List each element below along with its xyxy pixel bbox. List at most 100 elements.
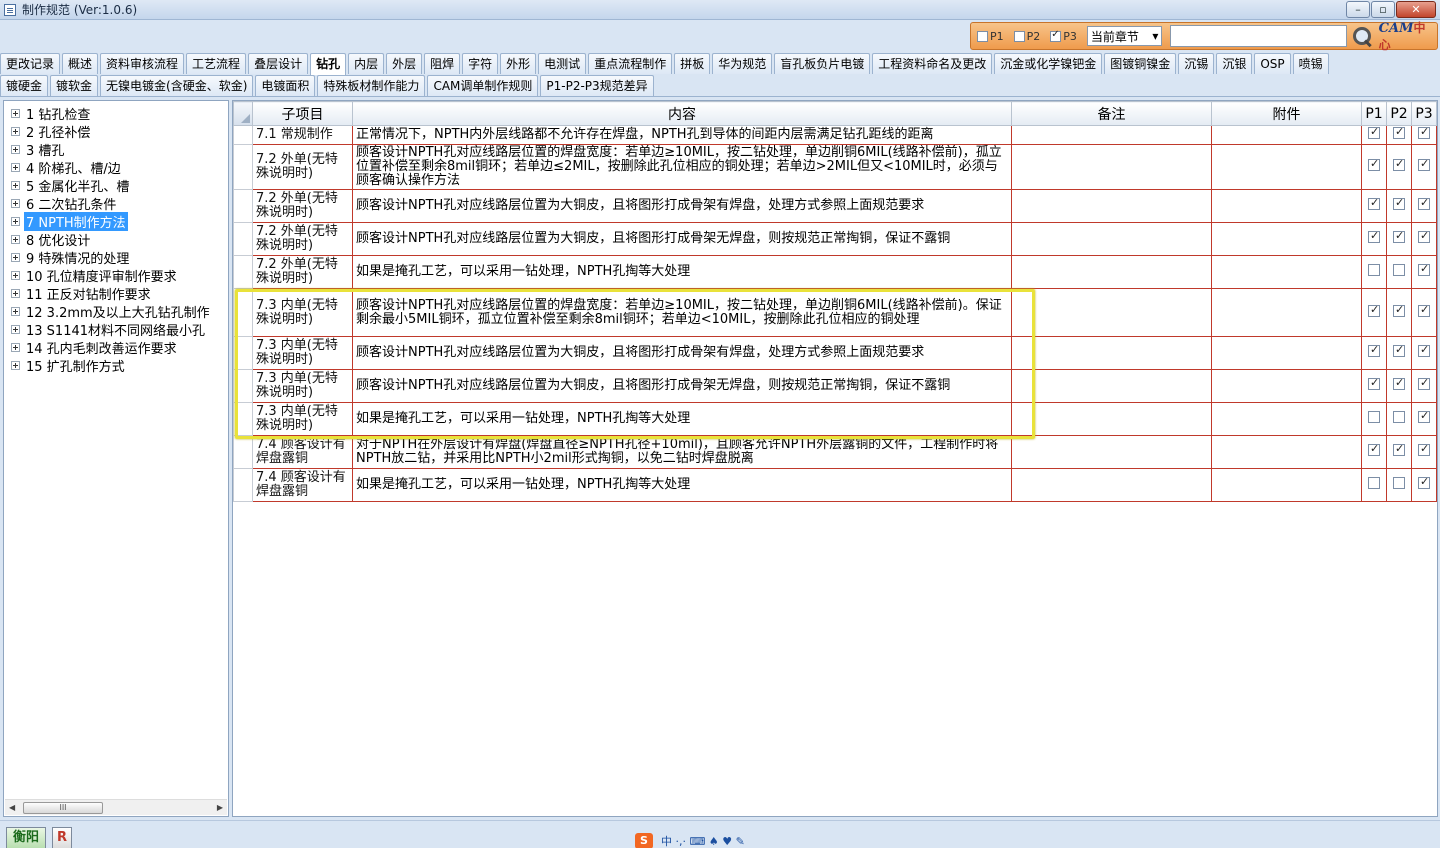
p2-checkbox[interactable] — [1393, 376, 1405, 390]
tree-item[interactable]: 2 孔径补偿 — [4, 122, 92, 141]
scroll-left-icon[interactable]: ◀ — [9, 803, 15, 812]
tab-r1-16[interactable]: 工程资料命名及更改 — [872, 53, 993, 74]
p3-checkbox[interactable] — [1418, 343, 1430, 357]
p3-checkbox[interactable] — [1418, 475, 1430, 489]
cell-note[interactable] — [1011, 288, 1212, 337]
row-header[interactable] — [233, 288, 253, 337]
header-sub[interactable]: 子项目 — [252, 101, 353, 126]
p2-checkbox[interactable] — [1393, 442, 1405, 456]
expand-plus-icon[interactable] — [11, 288, 20, 298]
r-button[interactable]: R — [52, 827, 72, 848]
tree-item[interactable]: 13 S1141材料不同网络最小孔 — [4, 320, 207, 339]
expand-plus-icon[interactable] — [11, 108, 20, 118]
tab-r1-15[interactable]: 盲孔板负片电镀 — [774, 53, 871, 74]
cell-attachment[interactable] — [1211, 125, 1362, 145]
table-row[interactable]: 7.2 外单(无特殊说明时) 顾客设计NPTH孔对应线路层位置的焊盘宽度：若单边≥… — [233, 144, 1437, 190]
cell-note[interactable] — [1011, 255, 1212, 289]
header-note[interactable]: 备注 — [1011, 101, 1212, 126]
p1-checkbox[interactable] — [1368, 127, 1380, 139]
header-attach[interactable]: 附件 — [1211, 101, 1362, 126]
p2-filter[interactable]: P2 — [1013, 30, 1040, 43]
tab-r2-0[interactable]: 镀硬金 — [0, 75, 49, 96]
p2-checkbox[interactable] — [1393, 157, 1405, 171]
tab-r1-1[interactable]: 概述 — [62, 53, 99, 74]
tab-r1-2[interactable]: 资料审核流程 — [100, 53, 185, 74]
p1-checkbox[interactable] — [1368, 376, 1380, 390]
tree-item[interactable]: 4 阶梯孔、槽/边 — [4, 158, 123, 177]
tab-r2-3[interactable]: 电镀面积 — [255, 75, 316, 96]
tab-r1-14[interactable]: 华为规范 — [712, 53, 773, 74]
expand-plus-icon[interactable] — [11, 360, 20, 370]
cell-note[interactable] — [1011, 468, 1212, 502]
cell-attachment[interactable] — [1211, 288, 1362, 337]
p3-checkbox[interactable] — [1418, 229, 1430, 243]
tree-item[interactable]: 3 槽孔 — [4, 140, 66, 159]
row-header[interactable] — [233, 435, 253, 469]
p3-filter[interactable]: P3 — [1050, 29, 1077, 43]
expand-plus-icon[interactable] — [11, 216, 20, 226]
tab-r1-5[interactable]: 钻孔 — [310, 53, 347, 75]
p1-checkbox[interactable] — [1368, 157, 1380, 171]
minimize-button[interactable]: – — [1346, 1, 1370, 18]
tab-r1-10[interactable]: 外形 — [500, 53, 537, 74]
table-row[interactable]: 7.3 内单(无特殊说明时) 顾客设计NPTH孔对应线路层位置为大铜皮，且将图形打… — [233, 336, 1437, 370]
p2-checkbox[interactable] — [1393, 411, 1405, 423]
hengyang-button[interactable]: 衡阳 — [6, 827, 46, 848]
tab-r1-11[interactable]: 电测试 — [538, 53, 587, 74]
tree-item[interactable]: 5 金属化半孔、槽 — [4, 176, 131, 195]
p3-checkbox[interactable] — [1050, 29, 1062, 42]
section-tree[interactable]: ◀ III ▶ 1 钻孔检查 2 孔径补偿 3 槽孔 4 阶梯孔、槽/边 5 金属化半孔… — [3, 100, 229, 817]
row-header[interactable] — [233, 125, 253, 145]
p1-checkbox[interactable] — [1368, 477, 1380, 489]
row-header[interactable] — [233, 222, 253, 256]
table-row[interactable]: 7.4 顾客设计有焊盘露铜 对于NPTH在外层设计有焊盘(焊盘直径≥NPTH孔径+… — [233, 435, 1437, 469]
p1-checkbox[interactable] — [1368, 196, 1380, 210]
search-icon[interactable] — [1351, 25, 1373, 47]
p3-checkbox[interactable] — [1418, 303, 1430, 317]
cell-note[interactable] — [1011, 402, 1212, 436]
tree-item[interactable]: 15 扩孔制作方式 — [4, 356, 127, 375]
cell-note[interactable] — [1011, 435, 1212, 469]
tree-item[interactable]: 11 正反对钻制作要求 — [4, 284, 153, 303]
close-button[interactable]: ✕ — [1396, 1, 1436, 18]
expand-plus-icon[interactable] — [11, 252, 20, 262]
table-row[interactable]: 7.4 顾客设计有焊盘露铜 如果是掩孔工艺，可以采用一钻处理，NPTH孔掏等大处理 — [233, 468, 1437, 502]
p2-checkbox[interactable] — [1393, 229, 1405, 243]
row-header[interactable] — [233, 402, 253, 436]
tab-r1-20[interactable]: 沉银 — [1216, 53, 1253, 74]
cell-attachment[interactable] — [1211, 435, 1362, 469]
p1-filter[interactable]: P1 — [977, 30, 1004, 43]
cell-attachment[interactable] — [1211, 336, 1362, 370]
tab-r1-21[interactable]: OSP — [1254, 53, 1291, 74]
row-header[interactable] — [233, 468, 253, 502]
p1-checkbox[interactable] — [977, 30, 988, 42]
tree-item[interactable]: 10 孔位精度评审制作要求 — [4, 266, 179, 285]
header-p2[interactable]: P2 — [1386, 101, 1412, 126]
maximize-button[interactable]: ▫ — [1371, 1, 1395, 18]
tab-r1-0[interactable]: 更改记录 — [0, 53, 61, 74]
cell-note[interactable] — [1011, 144, 1212, 190]
tree-item[interactable]: 8 优化设计 — [4, 230, 92, 249]
tab-r1-12[interactable]: 重点流程制作 — [588, 53, 673, 74]
p3-checkbox[interactable] — [1418, 127, 1430, 139]
table-row[interactable]: 7.2 外单(无特殊说明时) 顾客设计NPTH孔对应线路层位置为大铜皮，且将图形打… — [233, 189, 1437, 223]
expand-plus-icon[interactable] — [11, 180, 20, 190]
cell-attachment[interactable] — [1211, 468, 1362, 502]
p2-checkbox[interactable] — [1393, 477, 1405, 489]
tab-r2-5[interactable]: CAM调单制作规则 — [427, 75, 539, 96]
p2-checkbox[interactable] — [1393, 343, 1405, 357]
search-input[interactable] — [1170, 25, 1347, 47]
tab-r1-9[interactable]: 字符 — [462, 53, 499, 74]
p3-checkbox[interactable] — [1418, 157, 1430, 171]
scroll-right-icon[interactable]: ▶ — [217, 803, 223, 812]
p3-checkbox[interactable] — [1418, 442, 1430, 456]
tree-item[interactable]: 7 NPTH制作方法 — [4, 211, 128, 231]
cell-note[interactable] — [1011, 369, 1212, 403]
p1-checkbox[interactable] — [1368, 303, 1380, 317]
row-header[interactable] — [233, 336, 253, 370]
row-header[interactable] — [233, 255, 253, 289]
header-p3[interactable]: P3 — [1411, 101, 1437, 126]
expand-plus-icon[interactable] — [11, 306, 20, 316]
table-row[interactable]: 7.3 内单(无特殊说明时) 顾客设计NPTH孔对应线路层位置的焊盘宽度：若单边≥… — [233, 288, 1437, 337]
tree-item[interactable]: 14 孔内毛刺改善运作要求 — [4, 338, 179, 357]
